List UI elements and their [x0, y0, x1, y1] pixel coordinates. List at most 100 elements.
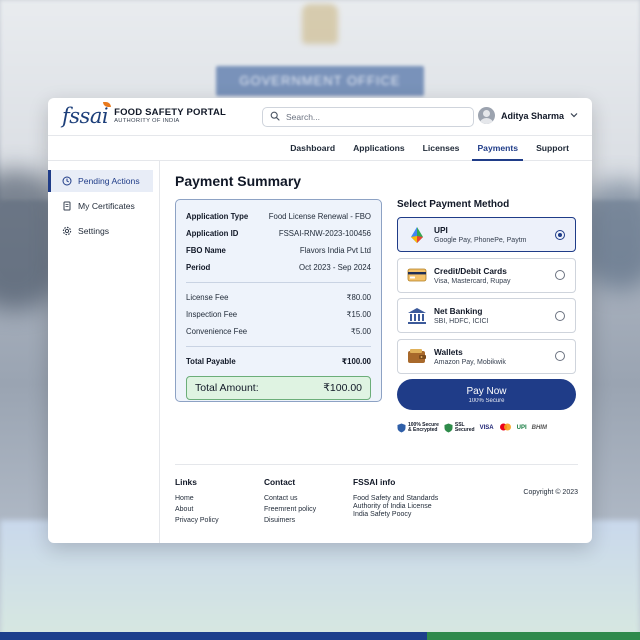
fee-row: Inspection Fee ₹15.00 — [186, 306, 371, 323]
chevron-down-icon — [570, 111, 578, 120]
footer-heading: Links — [175, 477, 197, 487]
method-subtitle: Amazon Pay, Mobikwik — [434, 358, 506, 366]
method-title: Credit/Debit Cards — [434, 265, 507, 276]
search-input[interactable] — [286, 112, 456, 122]
search-icon — [270, 108, 280, 126]
sidebar-item-label: My Certificates — [78, 201, 135, 211]
top-bar: fssai FOOD SAFETY PORTAL AUTHORITY OF IN… — [48, 98, 592, 136]
nav-support[interactable]: Support — [527, 136, 578, 160]
fee-row: Convenience Fee ₹5.00 — [186, 323, 371, 340]
gear-icon — [62, 226, 72, 236]
fee-value: ₹80.00 — [346, 293, 371, 302]
fssai-logo[interactable]: fssai FOOD SAFETY PORTAL AUTHORITY OF IN… — [62, 102, 226, 128]
fee-label: Convenience Fee — [186, 327, 248, 336]
payment-method-wallets[interactable]: Wallets Amazon Pay, Mobikwik — [397, 338, 576, 374]
sidebar: Pending Actions My Certificates Settings — [48, 161, 160, 543]
summary-row: Application ID FSSAI-RNW-2023-100456 — [186, 225, 371, 242]
fee-value: ₹15.00 — [346, 310, 371, 319]
radio-unselected[interactable] — [555, 270, 565, 280]
summary-row: Application Type Food License Renewal - F… — [186, 208, 371, 225]
fee-label: Inspection Fee — [186, 310, 238, 319]
bar-segment — [0, 632, 214, 640]
payment-summary-card: Application Type Food License Renewal - F… — [175, 199, 382, 402]
avatar — [477, 107, 495, 124]
total-payable-label: Total Payable — [186, 357, 236, 366]
fee-label: License Fee — [186, 293, 229, 302]
footer-link-contact[interactable]: Contact us — [264, 495, 353, 502]
search-box[interactable] — [262, 107, 474, 127]
shield-icon — [397, 423, 406, 433]
footer-link-home[interactable]: Home — [175, 495, 264, 502]
copyright: Copyright © 2023 — [523, 489, 578, 496]
total-payable-row: Total Payable ₹100.00 — [186, 353, 371, 370]
sidebar-item-pending-actions[interactable]: Pending Actions — [48, 170, 153, 192]
footer-link-privacy[interactable]: Privacy Policy — [175, 517, 264, 524]
footer-heading: FSSAI info — [353, 477, 396, 487]
certificate-icon — [62, 201, 72, 211]
footer-info-line: India Safety Poocy — [353, 511, 412, 518]
credit-card-icon — [406, 264, 428, 286]
ssl-badge: SSL Secured — [444, 422, 475, 434]
footer-info-line: Authority of India License — [353, 503, 432, 510]
background-sign: GOVERNMENT OFFICE — [216, 66, 424, 96]
summary-label: Period — [186, 263, 211, 272]
divider — [186, 282, 371, 283]
nav-payments[interactable]: Payments — [468, 136, 527, 161]
visa-logo: VISA — [479, 425, 494, 432]
method-text: Net Banking SBI, HDFC, ICICI — [434, 306, 555, 325]
fee-row: License Fee ₹80.00 — [186, 289, 371, 306]
sidebar-item-settings[interactable]: Settings — [48, 220, 153, 242]
summary-value: Food License Renewal - FBO — [268, 212, 371, 221]
logo-wordmark: fssai — [62, 104, 109, 128]
ssl-text-line: Secured — [454, 427, 475, 434]
summary-value: Flavors India Pvt Ltd — [299, 246, 371, 255]
pay-now-label: Pay Now — [466, 385, 507, 397]
trust-badges: 100% Secure & Encrypted SSL Secured VISA U… — [397, 422, 576, 434]
fee-value: ₹5.00 — [350, 327, 371, 336]
method-subtitle: Visa, Mastercard, Rupay — [434, 277, 511, 285]
total-amount-value: ₹100.00 — [323, 382, 362, 394]
sidebar-item-my-certificates[interactable]: My Certificates — [48, 195, 153, 217]
summary-row: FBO Name Flavors India Pvt Ltd — [186, 242, 371, 259]
pay-now-button[interactable]: Pay Now 100% Secure — [397, 379, 576, 410]
footer-info: FSSAI info Food Safety and Standards Aut… — [353, 477, 463, 524]
method-text: Wallets Amazon Pay, Mobikwik — [434, 347, 555, 366]
main-nav: Dashboard Applications Licenses Payments… — [48, 136, 592, 161]
logo-mark: fssai — [62, 102, 112, 128]
divider — [186, 346, 371, 347]
bar-segment — [213, 632, 427, 640]
nav-dashboard[interactable]: Dashboard — [281, 136, 344, 160]
sidebar-item-label: Pending Actions — [78, 176, 140, 186]
page-title: Payment Summary — [175, 173, 302, 189]
bottom-color-bar — [0, 632, 640, 640]
portal-title: FOOD SAFETY PORTAL — [114, 107, 227, 119]
method-title: UPI — [434, 225, 448, 235]
secure-text: 100% Secure & Encrypted — [408, 422, 439, 434]
bhim-logo: BHIM — [531, 425, 547, 432]
method-text: UPI Google Pay, PhonePe, Paytm — [434, 225, 555, 244]
payment-method-card[interactable]: Credit/Debit Cards Visa, Mastercard, Rup… — [397, 257, 576, 293]
user-menu[interactable]: Aditya Sharma — [477, 107, 578, 124]
portal-subtitle: AUTHORITY OF INDIA — [114, 118, 180, 125]
secure-badge: 100% Secure & Encrypted — [397, 422, 439, 434]
logo-text: FOOD SAFETY PORTAL AUTHORITY OF INDIA — [114, 108, 226, 124]
method-text: Credit/Debit Cards Visa, Mastercard, Rup… — [434, 266, 555, 285]
radio-unselected[interactable] — [555, 351, 565, 361]
footer-link-about[interactable]: About — [175, 506, 264, 513]
radio-selected[interactable] — [555, 229, 565, 240]
payment-method-upi[interactable]: UPI Google Pay, PhonePe, Paytm — [397, 217, 576, 252]
payment-method-netbanking[interactable]: Net Banking SBI, HDFC, ICICI — [397, 298, 576, 333]
nav-licenses[interactable]: Licenses — [414, 136, 469, 160]
footer-link-disclaimers[interactable]: Disuimers — [264, 517, 353, 524]
payment-method-panel: Select Payment Method UPI Google Pay, Ph… — [397, 199, 576, 434]
radio-unselected[interactable] — [555, 310, 565, 321]
user-name: Aditya Sharma — [500, 110, 564, 121]
footer-info-line: Food Safety and Standards — [353, 495, 439, 502]
lock-shield-icon — [444, 423, 453, 433]
wallet-icon — [406, 345, 428, 367]
summary-value: Oct 2023 - Sep 2024 — [299, 263, 371, 272]
footer-link-policy[interactable]: Freemrent policy — [264, 506, 353, 513]
pay-now-sublabel: 100% Secure — [468, 397, 505, 404]
upi-logo: UPI — [516, 425, 527, 432]
nav-applications[interactable]: Applications — [344, 136, 414, 160]
